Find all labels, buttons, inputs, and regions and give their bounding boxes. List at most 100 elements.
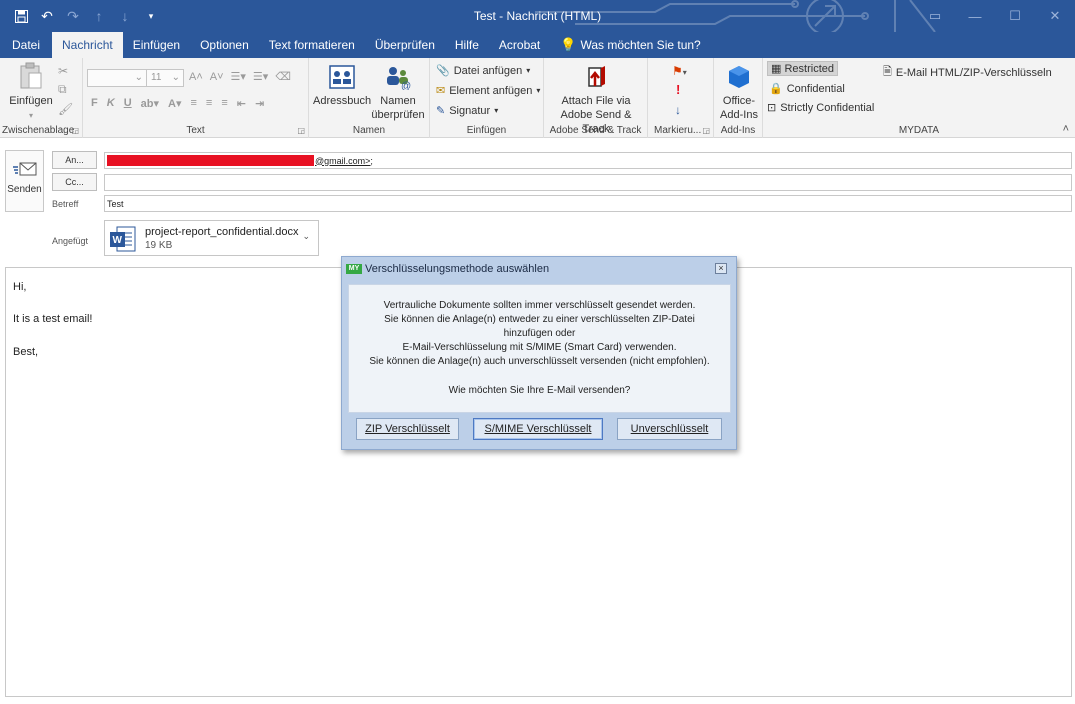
dialog-close-icon[interactable]: × — [715, 263, 727, 274]
cc-button[interactable]: Cc... — [52, 173, 97, 191]
group-label-adobe: Adobe Send & Track — [549, 125, 642, 136]
encrypt-button[interactable]: 🗎 E-Mail HTML/ZIP-Verschlüsseln — [883, 63, 1052, 82]
attachment-item[interactable]: W project-report_confidential.docx 19 KB… — [104, 220, 319, 256]
highlight-icon[interactable]: ab▾ — [141, 97, 159, 110]
paste-dropdown-icon[interactable]: ▾ — [29, 111, 33, 120]
font-color-icon[interactable]: A▾ — [168, 97, 181, 110]
dialog-message: Vertrauliche Dokumente sollten immer ver… — [348, 284, 731, 413]
importance-high-icon[interactable]: ! — [676, 82, 680, 97]
attach-file-button[interactable]: 📎 Datei anfügen ▾ — [436, 64, 530, 78]
importance-low-icon[interactable]: ↓ — [675, 103, 681, 117]
cc-field[interactable] — [104, 174, 1072, 191]
send-button[interactable]: Senden — [5, 150, 44, 212]
attachment-name: project-report_confidential.docx — [145, 226, 299, 238]
restricted-button[interactable]: ▦ Restricted — [767, 61, 838, 76]
copy-icon[interactable]: ⧉ — [58, 82, 67, 97]
format-painter-icon[interactable]: 🖌 — [58, 102, 73, 116]
attachment-dropdown-icon[interactable]: ⌄ — [302, 231, 310, 242]
flag-icon[interactable]: ⚑▾ — [672, 64, 687, 78]
tab-nachricht[interactable]: Nachricht — [52, 32, 123, 58]
font-name-combo[interactable]: ⌄ — [87, 69, 147, 87]
signature-dropdown-icon: ▾ — [494, 106, 499, 115]
group-label-clipboard: Zwischenablage — [2, 125, 75, 136]
align-center-icon[interactable]: ≡ — [206, 97, 212, 110]
check-names-label-2: überprüfen — [371, 109, 425, 121]
group-addins: Office- Add-Ins Add-Ins — [714, 58, 763, 138]
align-right-icon[interactable]: ≡ — [221, 97, 227, 110]
check-names-label-1: Namen — [380, 95, 416, 107]
address-book-button[interactable]: Adressbuch — [313, 64, 371, 108]
numbering-icon[interactable]: ☰▾ — [253, 70, 268, 83]
paste-icon — [20, 62, 42, 89]
text-launcher-icon[interactable]: ◲ — [297, 126, 305, 135]
smime-encrypted-button[interactable]: S/MIME Verschlüsselt — [473, 418, 603, 440]
group-text: ⌄ 11 ⌄ A˄ A˅ ☰▾ ☰▾ ⌫ F K U ab▾ A▾ ≡ ≡ ≡ ⇤… — [83, 58, 309, 138]
group-label-names: Namen — [352, 125, 386, 136]
to-field[interactable]: @gmail.com>; — [104, 152, 1072, 169]
minimize-icon[interactable]: — — [955, 0, 995, 32]
check-names-button[interactable]: @ Namen überprüfen — [369, 64, 427, 122]
restricted-pill: ▦ Restricted — [767, 61, 838, 76]
group-tags: ⚑▾ ! ↓ Markieru... ◲ — [648, 58, 714, 138]
bullets-icon[interactable]: ☰▾ — [231, 70, 246, 83]
outdent-icon[interactable]: ⇤ — [237, 97, 246, 110]
paste-button[interactable]: Einfügen ▾ — [6, 62, 56, 123]
restricted-label: Restricted — [784, 63, 834, 75]
align-left-icon[interactable]: ≡ — [190, 97, 196, 110]
indent-icon[interactable]: ⇥ — [255, 97, 264, 110]
italic-button[interactable]: K — [107, 97, 115, 110]
tab-text-formatieren[interactable]: Text formatieren — [259, 32, 365, 58]
attach-item-dropdown-icon: ▾ — [536, 86, 541, 95]
tab-ueberpruefen[interactable]: Überprüfen — [365, 32, 445, 58]
tags-launcher-icon[interactable]: ◲ — [702, 126, 710, 135]
confidential-button[interactable]: 🔒 Confidential — [769, 82, 845, 96]
addins-label-1: Office- — [722, 95, 756, 107]
shrink-font-icon[interactable]: A˅ — [210, 71, 224, 83]
tab-optionen[interactable]: Optionen — [190, 32, 259, 58]
collapse-ribbon-icon[interactable]: ˄ — [1063, 123, 1069, 135]
zip-encrypted-button[interactable]: ZIP Verschlüsselt — [356, 418, 459, 440]
close-icon[interactable]: ✕ — [1035, 0, 1075, 32]
group-adobe: Attach File via Adobe Send & Track Adobe… — [544, 58, 648, 138]
attach-item-button[interactable]: ✉ Element anfügen ▾ — [436, 84, 541, 98]
tab-einfuegen[interactable]: Einfügen — [123, 32, 190, 58]
signature-button[interactable]: ✎ Signatur ▾ — [436, 104, 499, 118]
dialog-title: Verschlüsselungsmethode auswählen — [365, 263, 550, 275]
tab-hilfe[interactable]: Hilfe — [445, 32, 489, 58]
underline-button[interactable]: U — [124, 97, 132, 110]
encrypt-doc-icon: 🗎 — [883, 66, 892, 78]
signature-label: Signatur — [449, 104, 491, 117]
tell-me-search[interactable]: 💡 Was möchten Sie tun? — [550, 32, 710, 58]
clear-format-icon[interactable]: ⌫ — [275, 70, 291, 83]
adobe-send-icon — [588, 66, 605, 87]
bold-button[interactable]: F — [91, 97, 98, 110]
dialog-question: Wie möchten Sie Ihre E-Mail versenden? — [448, 385, 631, 396]
body-line-content: It is a test email! — [13, 313, 93, 325]
font-size-combo[interactable]: 11 ⌄ — [146, 69, 184, 87]
dialog-line-2: Sie können die Anlage(n) entweder zu ein… — [384, 314, 695, 325]
strictly-confidential-button[interactable]: ⊡ Strictly Confidential — [767, 101, 874, 115]
clipboard-launcher-icon[interactable]: ◲ — [71, 126, 79, 135]
svg-text:W: W — [113, 235, 123, 246]
dialog-line-5: Sie können die Anlage(n) auch unverschlü… — [369, 356, 710, 367]
tab-acrobat[interactable]: Acrobat — [489, 32, 550, 58]
window-controls: ▭ — ☐ ✕ — [915, 0, 1075, 32]
svg-text:@: @ — [401, 81, 411, 90]
grow-font-icon[interactable]: A˄ — [189, 71, 203, 83]
group-names: Adressbuch @ Namen überprüfen Namen — [309, 58, 430, 138]
to-button[interactable]: An... — [52, 151, 97, 169]
office-addins-button[interactable]: Office- Add-Ins — [716, 64, 762, 122]
lock-icon: 🔒 — [769, 83, 783, 95]
cut-icon[interactable]: ✂ — [58, 64, 68, 78]
unencrypted-button[interactable]: Unverschlüsselt — [617, 418, 722, 440]
group-label-mydata: MYDATA — [898, 125, 940, 136]
addins-label-2: Add-Ins — [720, 109, 758, 121]
office-addins-icon — [729, 66, 749, 88]
paperclip-icon: 📎 — [436, 65, 450, 77]
subject-field[interactable]: Test — [104, 195, 1072, 212]
font-size-value: 11 — [151, 72, 162, 83]
restore-ribbon-icon[interactable]: ▭ — [915, 0, 955, 32]
maximize-icon[interactable]: ☐ — [995, 0, 1035, 32]
tab-datei[interactable]: Datei — [0, 32, 52, 58]
envelope-icon: ✉ — [436, 85, 446, 97]
